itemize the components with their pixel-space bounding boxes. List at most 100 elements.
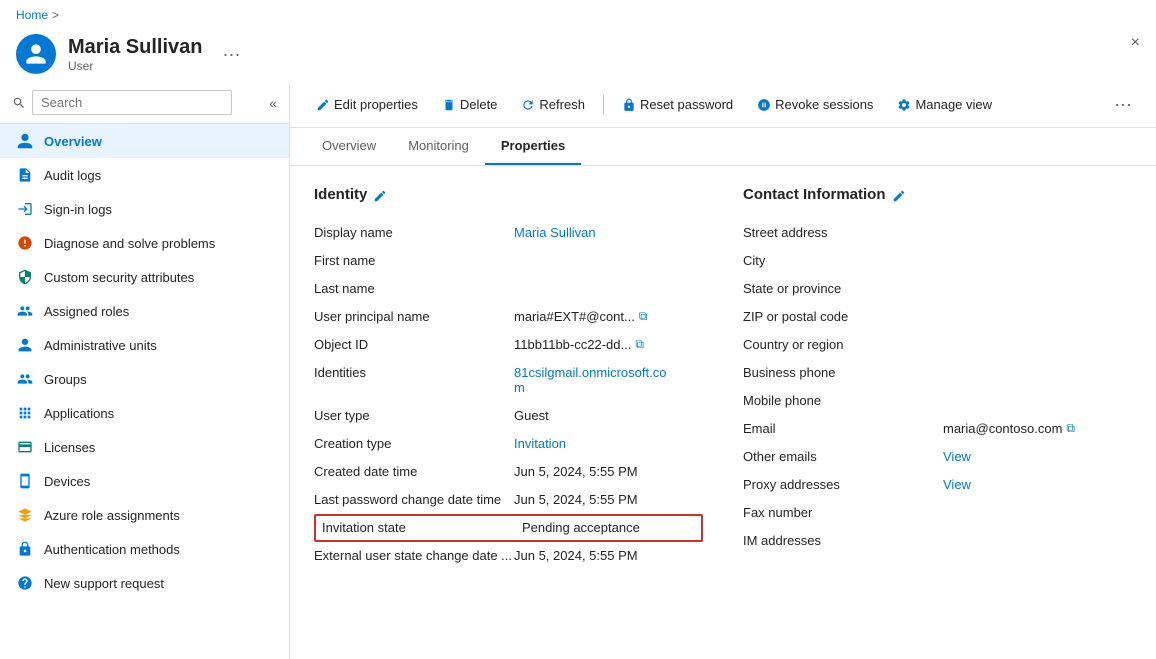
property-other-emails-label: Other emails [743,449,943,464]
property-fax-label: Fax number [743,505,943,520]
support-icon [16,574,34,592]
property-first-name: First name [314,247,703,275]
property-identities: Identities 81csilgmail.onmicrosoft.co m [314,359,703,402]
tab-overview-label: Overview [322,138,376,153]
sidebar-item-devices[interactable]: Devices [0,464,289,498]
property-invitation-state: Invitation state Pending acceptance [314,514,703,542]
edit-properties-button[interactable]: Edit properties [306,92,428,118]
sidebar-item-custom-security[interactable]: Custom security attributes [0,260,289,294]
object-id-copy-icon[interactable]: ⧉ [635,337,644,352]
property-proxy-addresses-value[interactable]: View [943,477,971,492]
sidebar-item-auth-methods[interactable]: Authentication methods [0,532,289,566]
sidebar-item-audit-logs-label: Audit logs [44,168,101,183]
property-business-phone-label: Business phone [743,365,943,380]
sidebar-item-admin-units-label: Administrative units [44,338,157,353]
sidebar-item-licenses[interactable]: Licenses [0,430,289,464]
contact-edit-icon[interactable] [892,186,906,202]
tab-properties[interactable]: Properties [485,128,581,165]
tab-monitoring[interactable]: Monitoring [392,128,485,165]
upn-copy-icon[interactable]: ⧉ [639,309,648,324]
breadcrumb-home[interactable]: Home [16,8,48,22]
sidebar-item-custom-security-label: Custom security attributes [44,270,194,285]
user-more-button[interactable]: ··· [223,44,241,65]
sidebar-item-admin-units[interactable]: Administrative units [0,328,289,362]
property-state-label: State or province [743,281,943,296]
contact-title-text: Contact Information [743,186,886,203]
sidebar-item-azure-roles-label: Azure role assignments [44,508,180,523]
auth-icon [16,540,34,558]
refresh-icon [521,97,535,113]
tab-overview[interactable]: Overview [306,128,392,165]
avatar [16,34,56,74]
search-icon [12,95,26,111]
sidebar-item-groups[interactable]: Groups [0,362,289,396]
property-upn-value: maria#EXT#@cont... ⧉ [514,309,647,324]
sidebar-item-groups-label: Groups [44,372,87,387]
property-user-type: User type Guest [314,402,703,430]
collapse-sidebar-button[interactable]: « [269,95,277,111]
delete-button[interactable]: Delete [432,92,508,118]
audit-icon [16,166,34,184]
toolbar-separator [603,95,604,115]
property-created-datetime: Created date time Jun 5, 2024, 5:55 PM [314,458,703,486]
close-button[interactable]: × [1131,34,1140,52]
email-copy-icon[interactable]: ⧉ [1066,421,1075,436]
property-user-type-value: Guest [514,408,549,423]
search-input[interactable] [32,90,232,115]
property-object-id: Object ID 11bb11bb-cc22-dd... ⧉ [314,331,703,359]
property-user-type-label: User type [314,408,514,423]
property-external-state-date-value: Jun 5, 2024, 5:55 PM [514,548,638,563]
toolbar-more-button[interactable]: ··· [1106,90,1140,119]
sidebar-item-auth-methods-label: Authentication methods [44,542,180,557]
property-other-emails-value[interactable]: View [943,449,971,464]
manage-view-button[interactable]: Manage view [887,92,1002,118]
sidebar-item-sign-in-logs[interactable]: Sign-in logs [0,192,289,226]
property-email-label: Email [743,421,943,436]
sidebar-item-applications[interactable]: Applications [0,396,289,430]
overview-icon [16,132,34,150]
sidebar-item-azure-roles[interactable]: Azure role assignments [0,498,289,532]
revoke-sessions-label: Revoke sessions [775,97,873,112]
user-role: User [68,59,203,73]
property-zip-label: ZIP or postal code [743,309,943,324]
user-name: Maria Sullivan [68,36,203,59]
property-creation-type-label: Creation type [314,436,514,451]
tab-monitoring-label: Monitoring [408,138,469,153]
property-street-address: Street address [743,219,1132,247]
admin-icon [16,336,34,354]
property-created-datetime-value: Jun 5, 2024, 5:55 PM [514,464,638,479]
identity-edit-icon[interactable] [373,186,387,202]
property-last-name: Last name [314,275,703,303]
sidebar-item-devices-label: Devices [44,474,90,489]
property-mobile-phone: Mobile phone [743,387,1132,415]
edit-icon [316,97,330,113]
property-display-name-value: Maria Sullivan [514,225,596,240]
property-mobile-phone-label: Mobile phone [743,393,943,408]
sidebar-item-diagnose-label: Diagnose and solve problems [44,236,215,251]
property-state: State or province [743,275,1132,303]
property-identities-label: Identities [314,365,514,380]
revoke-sessions-button[interactable]: Revoke sessions [747,92,883,118]
person-icon [24,42,48,66]
property-password-change-value: Jun 5, 2024, 5:55 PM [514,492,638,507]
reset-password-label: Reset password [640,97,733,112]
sidebar-item-assigned-roles[interactable]: Assigned roles [0,294,289,328]
identity-section: Identity Display name Maria Sullivan Fir… [314,186,703,639]
content-area: Edit properties Delete Refresh Reset pas [290,82,1156,659]
identity-title: Identity [314,186,703,203]
sidebar-item-overview[interactable]: Overview [0,124,289,158]
property-external-state-date-label: External user state change date ... [314,548,514,563]
property-other-emails: Other emails View [743,443,1132,471]
property-creation-type-value: Invitation [514,436,566,451]
breadcrumb: Home > [0,0,1156,30]
tabs: Overview Monitoring Properties [290,128,1156,166]
sidebar-item-audit-logs[interactable]: Audit logs [0,158,289,192]
manage-view-label: Manage view [915,97,992,112]
sidebar-item-support[interactable]: New support request [0,566,289,600]
user-header: Maria Sullivan User ··· × [0,30,1156,82]
groups-icon [16,370,34,388]
refresh-button[interactable]: Refresh [511,92,595,118]
property-external-state-date: External user state change date ... Jun … [314,542,703,570]
reset-password-button[interactable]: Reset password [612,92,743,118]
sidebar-item-diagnose[interactable]: Diagnose and solve problems [0,226,289,260]
